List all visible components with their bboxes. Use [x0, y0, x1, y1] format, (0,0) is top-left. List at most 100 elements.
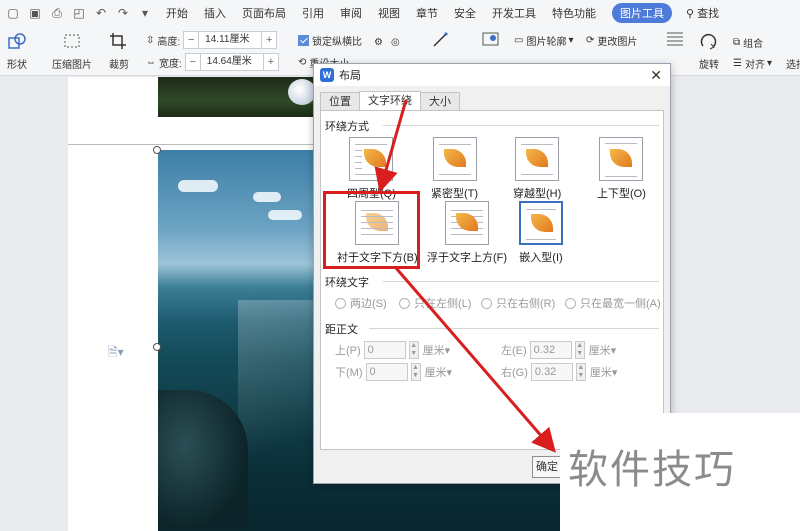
print-preview-icon[interactable]: ◰ [72, 6, 86, 20]
menu-home[interactable]: 开始 [166, 5, 188, 21]
wrap-inline-icon [519, 201, 563, 245]
rotate-button[interactable]: 旋转 [698, 30, 720, 71]
menu-developer[interactable]: 开发工具 [492, 5, 536, 21]
dialog-titlebar[interactable]: W 布局 ✕ [314, 64, 670, 86]
compress-button[interactable]: 压缩图片 [52, 30, 92, 71]
radio-icon [481, 297, 492, 309]
width-input[interactable]: 14.64厘米 [199, 54, 264, 70]
radio-both-sides[interactable]: 两边(S) [335, 295, 387, 311]
chevron-down-icon: ▾ [568, 34, 574, 46]
wrap-in-front-option[interactable]: 浮于文字上方(F) [427, 201, 507, 265]
redo-icon[interactable]: ↷ [116, 6, 130, 20]
distance-top-label: 上(P) [335, 345, 361, 357]
menu-security[interactable]: 安全 [454, 5, 476, 21]
wrap-through-option[interactable]: 穿越型(H) [513, 137, 561, 201]
wrap-tight-option[interactable]: 紧密型(T) [431, 137, 478, 201]
menu-references[interactable]: 引用 [302, 5, 324, 21]
selection-guide-line [68, 144, 320, 145]
search-button[interactable]: ⚲ 查找 [686, 5, 719, 21]
distance-top-input[interactable]: 0 [363, 341, 406, 359]
resize-handle-top-left[interactable] [153, 146, 161, 154]
distance-heading: 距正文 [325, 324, 358, 336]
menu-chapter[interactable]: 章节 [416, 5, 438, 21]
wrap-text-button[interactable] [664, 28, 686, 50]
menu-features[interactable]: 特色功能 [552, 5, 596, 21]
distance-bottom-label: 下(M) [335, 367, 363, 379]
radio-left-only[interactable]: 只在左侧(L) [399, 295, 471, 311]
distance-bottom-unit[interactable]: 厘米▾ [425, 364, 453, 380]
crop-icon [108, 30, 130, 52]
distance-bottom-input[interactable]: 0 [365, 363, 408, 381]
ok-button[interactable]: 确定 [532, 456, 562, 478]
align-button[interactable]: ☰ 对齐 ▾ [733, 53, 772, 73]
remove-bg-button[interactable] [430, 28, 452, 50]
distance-left-spinner[interactable]: ▲ ▼ [574, 341, 585, 359]
resize-handle-middle-left[interactable] [153, 343, 161, 351]
radio-right-only[interactable]: 只在右侧(R) [481, 295, 555, 311]
close-icon[interactable]: ✕ [650, 67, 662, 84]
group-button[interactable]: ⧉ 组合 [733, 32, 763, 52]
print-icon[interactable]: ⎙ [50, 6, 64, 20]
width-decrease-button[interactable]: − [186, 56, 200, 68]
magic-wand-icon [430, 28, 452, 50]
chevron-down-icon[interactable]: ▾ [138, 6, 152, 20]
cloud-shape [253, 192, 281, 202]
width-increase-button[interactable]: + [264, 56, 278, 68]
wrap-square-icon [349, 137, 394, 181]
distance-top-unit[interactable]: 厘米▾ [423, 342, 451, 358]
save-icon[interactable]: ▣ [28, 6, 42, 20]
lock-ratio-checkbox[interactable]: 锁定纵横比 [298, 30, 362, 50]
menu-insert[interactable]: 插入 [204, 5, 226, 21]
menu-page-layout[interactable]: 页面布局 [242, 5, 286, 21]
paste-options-icon[interactable]: 🗎▾ [108, 343, 124, 364]
undo-icon[interactable]: ↶ [94, 6, 108, 20]
distance-top-spinner[interactable]: ▲ ▼ [408, 341, 419, 359]
checkbox-checked-icon [298, 34, 309, 46]
menu-view[interactable]: 视图 [378, 5, 400, 21]
tab-position[interactable]: 位置 [320, 92, 360, 111]
menu-picture-tools[interactable]: 图片工具 [612, 3, 672, 23]
wrap-text-heading: 环绕文字 [325, 277, 369, 289]
distance-right-unit[interactable]: 厘米▾ [590, 364, 618, 380]
wrap-inline-option[interactable]: 嵌入型(I) [519, 201, 563, 265]
distance-right-label: 右(G) [501, 367, 528, 379]
distance-right-input[interactable]: 0.32 [530, 363, 573, 381]
height-increase-button[interactable]: + [262, 34, 276, 46]
shape-button[interactable]: 形状 [6, 30, 28, 71]
document-icon[interactable]: ▢ [6, 6, 20, 20]
change-picture-icon: ⟳ [586, 34, 595, 46]
rotate-style-icon[interactable]: ⚙ [374, 37, 383, 48]
cloud-shape [178, 180, 218, 192]
crop-button[interactable]: 裁剪 [108, 30, 130, 71]
distance-right-spinner[interactable]: ▲ ▼ [575, 363, 586, 381]
select-label: 选择 [786, 59, 800, 71]
outline-button[interactable]: ▭ 图片轮廓 ▾ [514, 30, 573, 50]
height-icon: ⇳ [146, 34, 155, 46]
ring-style-icon[interactable]: ◎ [391, 37, 400, 48]
align-icon: ☰ [733, 57, 742, 69]
color-button[interactable] [480, 28, 502, 50]
width-row: ⇔ 宽度: − 14.64厘米 + [146, 52, 279, 72]
width-stepper[interactable]: − 14.64厘米 + [184, 53, 279, 71]
height-decrease-button[interactable]: − [184, 34, 198, 46]
picture-color-icon [480, 28, 502, 50]
select-button[interactable]: 选择 [786, 53, 800, 73]
distance-bottom-spinner[interactable]: ▲ ▼ [410, 363, 421, 381]
height-stepper[interactable]: − 14.11厘米 + [183, 31, 278, 49]
height-label: 高度: [157, 36, 181, 48]
tab-text-wrapping[interactable]: 文字环绕 [359, 91, 421, 111]
change-picture-label: 更改图片 [597, 36, 638, 48]
annotation-highlight-box [323, 191, 420, 269]
distance-left-unit[interactable]: 厘米▾ [589, 342, 617, 358]
lock-ratio-label: 锁定纵横比 [312, 36, 362, 48]
menu-review[interactable]: 审阅 [340, 5, 362, 21]
distance-left-input[interactable]: 0.32 [529, 341, 572, 359]
tab-size[interactable]: 大小 [420, 92, 460, 111]
height-input[interactable]: 14.11厘米 [198, 32, 263, 48]
wrap-top-bottom-option[interactable]: 上下型(O) [597, 137, 646, 201]
search-label: 查找 [697, 8, 720, 20]
compress-label: 压缩图片 [52, 60, 92, 71]
radio-largest-side[interactable]: 只在最宽一侧(A) [565, 295, 661, 311]
change-picture-button[interactable]: ⟳ 更改图片 [586, 30, 637, 50]
top-image[interactable] [158, 77, 318, 117]
